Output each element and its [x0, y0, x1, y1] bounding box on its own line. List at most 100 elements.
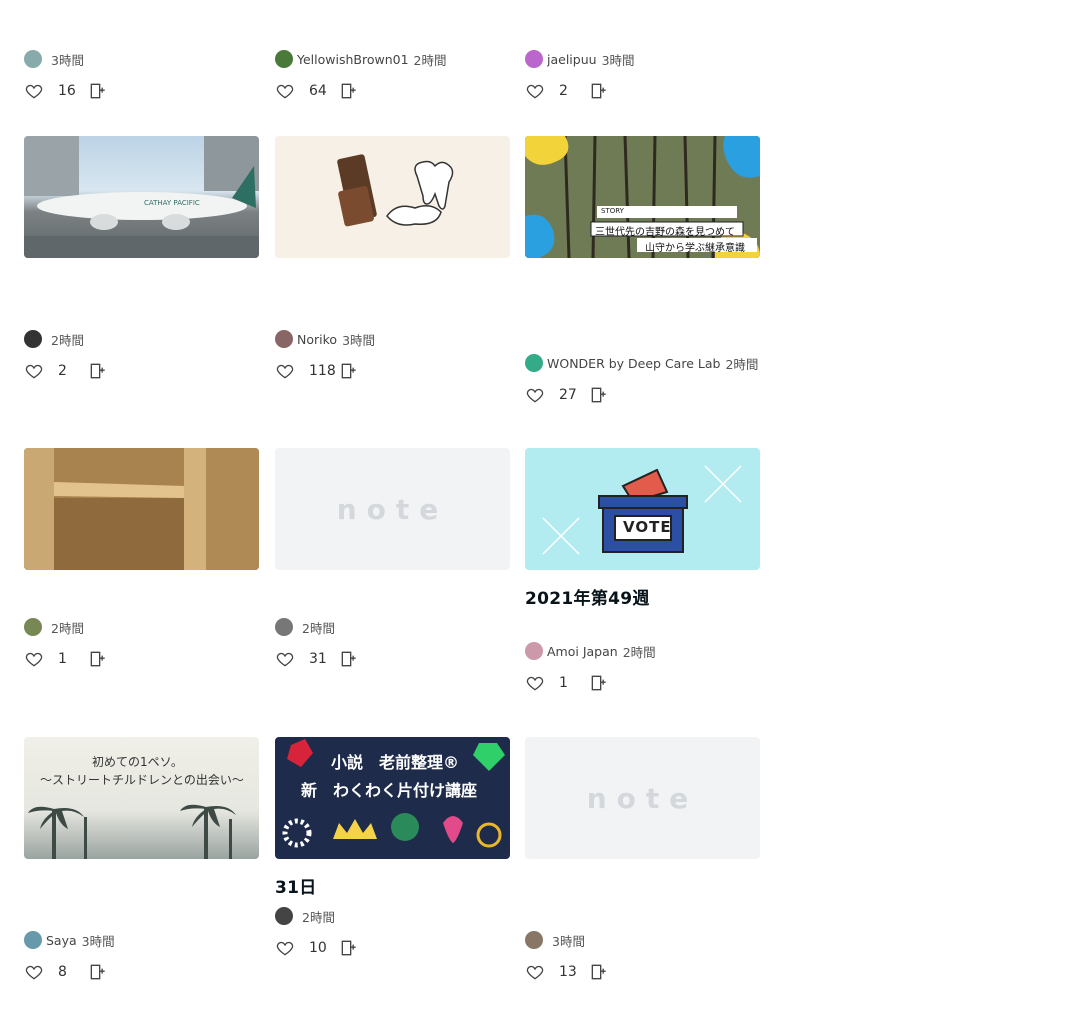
article-card[interactable]: 初めての1ペソ。 〜ストリートチルドレンとの出会い〜 Saya 3時間 8	[24, 737, 259, 987]
article-title[interactable]	[525, 0, 760, 43]
note-logo: note	[336, 492, 449, 526]
heart-icon[interactable]	[525, 962, 545, 982]
article-title[interactable]	[275, 0, 510, 43]
article-actions: 31	[275, 644, 510, 674]
avatar[interactable]	[24, 931, 42, 949]
article-title[interactable]	[24, 275, 259, 323]
article-meta: Noriko 3時間	[275, 329, 510, 349]
post-time: 2時間	[622, 644, 656, 660]
heart-icon[interactable]	[275, 81, 295, 101]
article-thumbnail[interactable]	[275, 136, 510, 258]
heart-icon[interactable]	[24, 649, 44, 669]
add-to-magazine-icon[interactable]	[339, 938, 359, 958]
thumb-subheadline: 新 わくわく片付け講座	[301, 781, 478, 800]
add-to-magazine-icon[interactable]	[339, 649, 359, 669]
avatar[interactable]	[525, 50, 543, 68]
add-to-magazine-icon[interactable]	[88, 361, 108, 381]
avatar[interactable]	[275, 330, 293, 348]
article-title[interactable]	[24, 876, 259, 924]
heart-icon[interactable]	[275, 361, 295, 381]
author-name[interactable]: Saya	[46, 933, 77, 948]
teeth-illustration	[337, 154, 454, 227]
article-card[interactable]: YellowishBrown01 2時間 64	[275, 0, 510, 106]
article-card[interactable]: note 2時間 31	[275, 448, 510, 674]
add-to-magazine-icon[interactable]	[339, 361, 359, 381]
article-thumbnail[interactable]: STORY 三世代先の吉野の森を見つめて 山守から学ぶ継承意識	[525, 136, 760, 258]
article-thumbnail[interactable]: 初めての1ペソ。 〜ストリートチルドレンとの出会い〜	[24, 737, 259, 859]
avatar[interactable]	[525, 642, 543, 660]
article-card[interactable]: jaelipuu 3時間 2	[525, 0, 760, 106]
article-meta: 3時間	[24, 49, 259, 69]
add-to-magazine-icon[interactable]	[88, 962, 108, 982]
add-to-magazine-icon[interactable]	[589, 673, 609, 693]
article-card[interactable]: VOTE 2021年第49週 Amoi Japan 2時間 1	[525, 448, 760, 698]
heart-icon[interactable]	[275, 649, 295, 669]
article-title[interactable]: 31日	[275, 876, 510, 900]
article-card[interactable]: CATHAY PACIFIC 2時間 2	[24, 136, 259, 386]
article-card[interactable]: Noriko 3時間 118	[275, 136, 510, 386]
article-title[interactable]	[24, 0, 259, 43]
article-card[interactable]: 2時間 1	[24, 448, 259, 674]
forest-subheadline: 山守から学ぶ継承意識	[645, 243, 745, 254]
author-name[interactable]: Amoi Japan	[547, 644, 618, 659]
avatar[interactable]	[525, 354, 543, 372]
article-thumbnail[interactable]	[24, 448, 259, 570]
article-thumbnail[interactable]: 小説 老前整理® 新 わくわく片付け講座	[275, 737, 510, 859]
article-thumbnail[interactable]: note	[275, 448, 510, 570]
article-actions: 8	[24, 957, 259, 987]
heart-icon[interactable]	[24, 962, 44, 982]
avatar[interactable]	[24, 618, 42, 636]
article-title[interactable]	[525, 275, 760, 347]
story-label: STORY	[601, 207, 624, 215]
article-actions: 118	[275, 356, 510, 386]
like-count: 118	[309, 363, 336, 379]
avatar[interactable]	[275, 907, 293, 925]
heart-icon[interactable]	[24, 361, 44, 381]
article-meta: YellowishBrown01 2時間	[275, 49, 510, 69]
article-thumbnail[interactable]: CATHAY PACIFIC	[24, 136, 259, 258]
avatar[interactable]	[275, 618, 293, 636]
heart-icon[interactable]	[275, 938, 295, 958]
article-actions: 16	[24, 76, 259, 106]
like-count: 8	[58, 964, 67, 980]
thumb-headline: 小説 老前整理®	[331, 753, 460, 772]
like-count: 16	[58, 83, 76, 99]
add-to-magazine-icon[interactable]	[88, 81, 108, 101]
article-card[interactable]: STORY 三世代先の吉野の森を見つめて 山守から学ぶ継承意識 WONDER b…	[525, 136, 760, 410]
article-thumbnail[interactable]: VOTE	[525, 448, 760, 570]
article-title[interactable]: 2021年第49週	[525, 587, 760, 635]
avatar[interactable]	[24, 330, 42, 348]
avatar[interactable]	[525, 931, 543, 949]
add-to-magazine-icon[interactable]	[589, 81, 609, 101]
article-title[interactable]	[275, 275, 510, 323]
author-name[interactable]: jaelipuu	[547, 52, 597, 67]
add-to-magazine-icon[interactable]	[589, 385, 609, 405]
like-count: 1	[559, 675, 568, 691]
add-to-magazine-icon[interactable]	[88, 649, 108, 669]
heart-icon[interactable]	[525, 673, 545, 693]
article-card[interactable]: note 3時間 13	[525, 737, 760, 987]
article-card[interactable]: 小説 老前整理® 新 わくわく片付け講座 31日 2時間 10	[275, 737, 510, 963]
heart-icon[interactable]	[525, 81, 545, 101]
thumb-subheadline: 〜ストリートチルドレンとの出会い〜	[40, 773, 244, 787]
article-meta: 2時間	[24, 617, 259, 637]
heart-icon[interactable]	[525, 385, 545, 405]
author-name[interactable]: YellowishBrown01	[297, 52, 409, 67]
article-meta: 2時間	[275, 617, 510, 637]
article-card[interactable]: 3時間 16	[24, 0, 259, 106]
avatar[interactable]	[275, 50, 293, 68]
add-to-magazine-icon[interactable]	[589, 962, 609, 982]
avatar[interactable]	[24, 50, 42, 68]
article-title[interactable]	[525, 876, 760, 924]
author-name[interactable]: Noriko	[297, 332, 337, 347]
like-count: 2	[559, 83, 568, 99]
author-name[interactable]: WONDER by Deep Care Lab	[547, 356, 720, 371]
article-meta: 3時間	[525, 930, 760, 950]
article-actions: 2	[24, 356, 259, 386]
article-title[interactable]	[24, 587, 259, 611]
article-thumbnail[interactable]: note	[525, 737, 760, 859]
add-to-magazine-icon[interactable]	[339, 81, 359, 101]
post-time: 3時間	[552, 933, 585, 949]
article-title[interactable]	[275, 587, 510, 611]
heart-icon[interactable]	[24, 81, 44, 101]
